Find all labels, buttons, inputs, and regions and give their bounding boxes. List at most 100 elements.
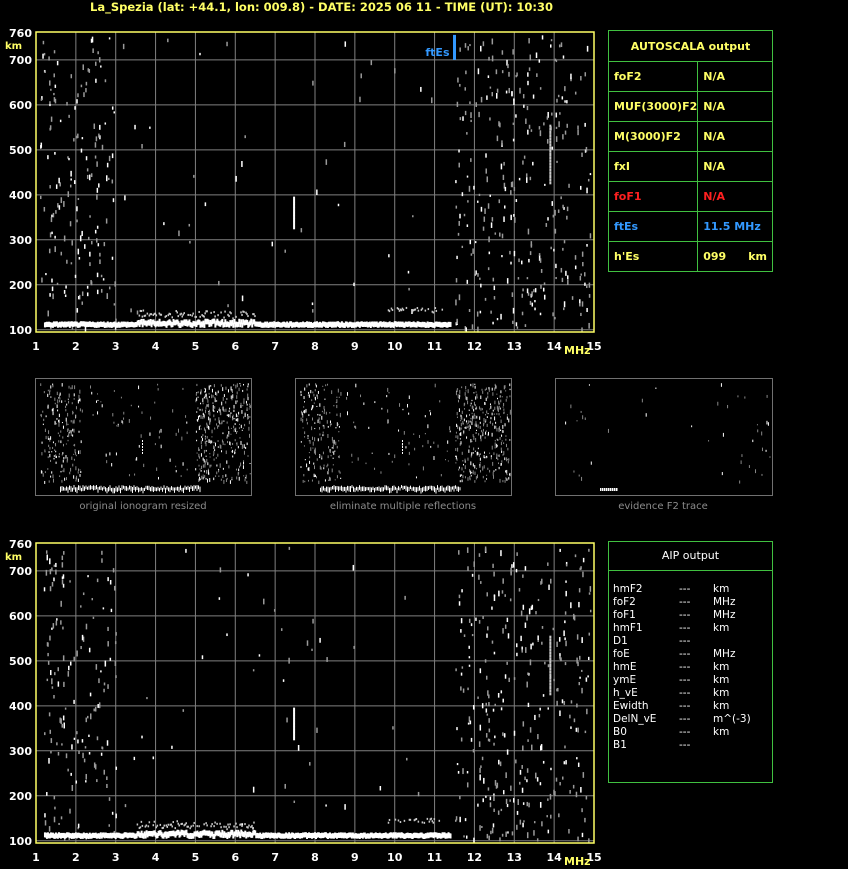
autoscala-value-text: 11.5 MHz — [703, 220, 761, 233]
x-tick-label: 3 — [112, 340, 120, 353]
x-tick-label: 7 — [271, 851, 279, 864]
autoscala-value-text: N/A — [703, 130, 725, 143]
ionogram-chart-bottom: 1 2 3 4 5 6 7 8 9 10 11 12 13 14 15MHz1002003004005006… — [5, 538, 602, 868]
autoscala-table: AUTOSCALA output foF2 N/A MUF(3000)F2 N/A M(… — [607, 30, 773, 272]
aip-value: --- — [679, 635, 691, 647]
aip-value: --- — [679, 622, 691, 634]
x-tick-label: 9 — [351, 340, 359, 353]
aip-value: --- — [679, 661, 691, 673]
autoscala-value: N/A — [697, 121, 773, 152]
x-tick-label: 5 — [192, 851, 200, 864]
x-tick-label: 9 — [351, 851, 359, 864]
aip-label: B1 — [613, 739, 627, 751]
aip-label: hmF1 — [613, 622, 643, 634]
y-tick-label: 400 — [9, 700, 32, 713]
aip-unit: km — [713, 700, 730, 712]
x-axis-label: MHz — [564, 855, 591, 868]
y-tick-label: 100 — [9, 835, 32, 848]
aip-value: --- — [679, 713, 691, 725]
x-tick-label: 4 — [152, 851, 160, 864]
aip-value: --- — [679, 687, 691, 699]
aip-unit: km — [713, 661, 730, 673]
x-tick-label: 13 — [507, 340, 522, 353]
aip-unit: m^(-3) — [713, 713, 751, 725]
autoscala-value: N/A — [697, 61, 773, 92]
aip-unit: MHz — [713, 596, 736, 608]
aip-label: D1 — [613, 635, 628, 647]
aip-row: ymE --- km — [613, 674, 768, 687]
aip-row: foF1 --- MHz — [613, 609, 768, 622]
y-tick-label: 500 — [9, 655, 32, 668]
aip-value: --- — [679, 609, 691, 621]
x-tick-label: 4 — [152, 340, 160, 353]
aip-unit: MHz — [713, 609, 736, 621]
x-tick-label: 6 — [231, 851, 239, 864]
aip-row: hmF2 --- km — [613, 583, 768, 596]
autoscala-label: MUF(3000)F2 — [607, 91, 699, 122]
x-tick-label: 13 — [507, 851, 522, 864]
y-tick-label: 300 — [9, 234, 32, 247]
aip-row: D1 --- — [613, 635, 768, 648]
autoscala-value-text: 099 — [703, 250, 727, 263]
y-tick-label: 100 — [9, 324, 32, 337]
aip-row: B0 --- km — [613, 726, 768, 739]
aip-value: --- — [679, 648, 691, 660]
autoscala-row: foF2 N/A — [607, 61, 773, 92]
autoscala-value: N/A — [697, 181, 773, 212]
thumbnail-eliminate-multiple — [295, 378, 512, 496]
aip-unit: MHz — [713, 648, 736, 660]
aip-unit: km — [713, 583, 730, 595]
x-tick-label: 14 — [546, 851, 562, 864]
y-tick-label: 760 — [9, 538, 32, 551]
aip-value: --- — [679, 726, 691, 738]
ftes-marker-label: ftEs — [425, 46, 450, 59]
x-axis-label: MHz — [564, 344, 591, 357]
autoscala-value-text: N/A — [703, 100, 725, 113]
aip-value: --- — [679, 596, 691, 608]
es-trace — [43, 306, 452, 328]
autoscala-row: fxI N/A — [607, 151, 773, 182]
noise-points — [43, 546, 592, 843]
x-tick-label: 6 — [231, 340, 239, 353]
noise-points — [39, 35, 592, 333]
y-tick-label: 700 — [9, 565, 32, 578]
autoscala-header: AUTOSCALA output — [608, 30, 773, 62]
aip-label: B0 — [613, 726, 627, 738]
autoscala-label: M(3000)F2 — [607, 121, 699, 152]
aip-unit: km — [713, 674, 730, 686]
y-tick-label: 700 — [9, 54, 32, 67]
aip-panel: AIP output hmF2 --- km foF2 --- MHz foF1 --- MHz… — [608, 541, 773, 783]
autoscala-value: N/A — [697, 91, 773, 122]
y-tick-label: 600 — [9, 610, 32, 623]
page-title: La_Spezia (lat: +44.1, lon: 009.8) - DAT… — [90, 0, 554, 14]
aip-unit: km — [713, 726, 730, 738]
x-tick-label: 2 — [72, 851, 80, 864]
aip-label: Ewidth — [613, 700, 649, 712]
aip-header: AIP output — [609, 542, 772, 571]
thumbnail-original — [35, 378, 252, 496]
x-tick-label: 7 — [271, 340, 279, 353]
aip-row: Ewidth --- km — [613, 700, 768, 713]
aip-label: foF2 — [613, 596, 636, 608]
autoscala-row: M(3000)F2 N/A — [607, 121, 773, 152]
aip-unit: km — [713, 687, 730, 699]
x-tick-label: 8 — [311, 340, 319, 353]
y-tick-label: 200 — [9, 790, 32, 803]
y-axis-label: km — [5, 41, 22, 52]
aip-row: DelN_vE --- m^(-3) — [613, 713, 768, 726]
y-tick-label: 600 — [9, 99, 32, 112]
aip-label: hmE — [613, 661, 637, 673]
y-tick-label: 500 — [9, 144, 32, 157]
aip-row: B1 --- — [613, 739, 768, 752]
autoscala-label: h'Es — [607, 241, 699, 272]
autoscala-value-text: N/A — [703, 70, 725, 83]
x-tick-label: 11 — [427, 340, 442, 353]
autoscala-label: fxI — [607, 151, 699, 182]
aip-label: foF1 — [613, 609, 636, 621]
aip-label: hmF2 — [613, 583, 643, 595]
y-axis-label: km — [5, 552, 22, 563]
y-tick-label: 400 — [9, 189, 32, 202]
x-tick-label: 10 — [387, 340, 403, 353]
autoscala-value-text: N/A — [703, 160, 725, 173]
autoscala-value-text: N/A — [703, 190, 725, 203]
